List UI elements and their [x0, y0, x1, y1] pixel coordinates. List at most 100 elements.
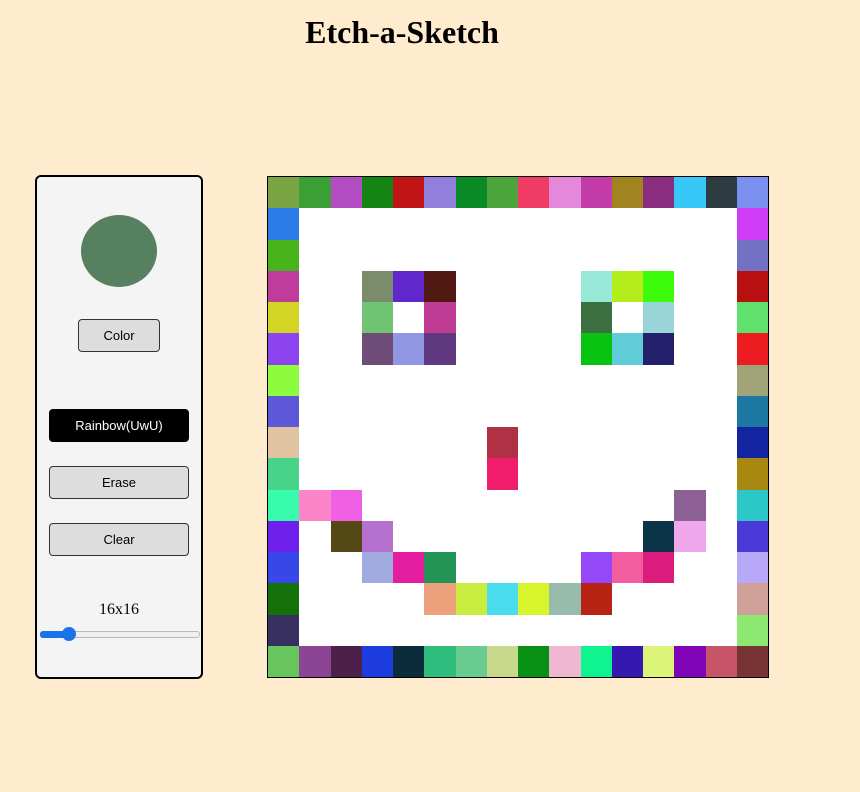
grid-cell[interactable] [643, 489, 675, 521]
grid-cell[interactable] [549, 395, 581, 427]
grid-cell[interactable] [424, 458, 456, 490]
grid-cell[interactable] [674, 208, 706, 240]
grid-cell[interactable] [393, 427, 425, 459]
grid-cell[interactable] [486, 364, 518, 396]
grid-cell[interactable] [736, 489, 768, 521]
grid-cell[interactable] [424, 270, 456, 302]
grid-cell[interactable] [580, 239, 612, 271]
grid-cell[interactable] [361, 583, 393, 615]
grid-cell[interactable] [486, 520, 518, 552]
grid-cell[interactable] [393, 208, 425, 240]
grid-cell[interactable] [611, 645, 643, 677]
grid-cell[interactable] [549, 364, 581, 396]
grid-cell[interactable] [486, 552, 518, 584]
grid-cell[interactable] [549, 333, 581, 365]
grid-cell[interactable] [674, 520, 706, 552]
grid-cell[interactable] [455, 333, 487, 365]
grid-cell[interactable] [330, 583, 362, 615]
grid-cell[interactable] [330, 427, 362, 459]
grid-cell[interactable] [455, 177, 487, 209]
grid-size-slider[interactable] [40, 626, 200, 642]
grid-cell[interactable] [674, 552, 706, 584]
grid-cell[interactable] [424, 395, 456, 427]
grid-cell[interactable] [611, 520, 643, 552]
grid-cell[interactable] [549, 645, 581, 677]
erase-button[interactable]: Erase [49, 466, 189, 499]
grid-cell[interactable] [268, 427, 300, 459]
grid-cell[interactable] [268, 177, 300, 209]
grid-cell[interactable] [611, 364, 643, 396]
grid-cell[interactable] [361, 208, 393, 240]
grid-cell[interactable] [486, 395, 518, 427]
grid-cell[interactable] [268, 333, 300, 365]
grid-cell[interactable] [549, 614, 581, 646]
grid-cell[interactable] [611, 302, 643, 334]
rainbow-mode-button[interactable]: Rainbow(UwU) [49, 409, 189, 442]
grid-cell[interactable] [486, 333, 518, 365]
grid-cell[interactable] [424, 427, 456, 459]
grid-cell[interactable] [643, 552, 675, 584]
grid-cell[interactable] [674, 427, 706, 459]
grid-cell[interactable] [424, 239, 456, 271]
grid-cell[interactable] [674, 333, 706, 365]
grid-cell[interactable] [486, 458, 518, 490]
sketch-grid[interactable] [267, 176, 769, 678]
grid-cell[interactable] [705, 333, 737, 365]
grid-cell[interactable] [455, 239, 487, 271]
grid-cell[interactable] [705, 520, 737, 552]
grid-cell[interactable] [299, 395, 331, 427]
grid-cell[interactable] [299, 177, 331, 209]
grid-cell[interactable] [674, 395, 706, 427]
grid-cell[interactable] [299, 270, 331, 302]
grid-cell[interactable] [299, 302, 331, 334]
grid-cell[interactable] [518, 489, 550, 521]
grid-cell[interactable] [518, 302, 550, 334]
grid-cell[interactable] [580, 489, 612, 521]
grid-cell[interactable] [705, 552, 737, 584]
grid-cell[interactable] [455, 489, 487, 521]
grid-cell[interactable] [736, 302, 768, 334]
grid-cell[interactable] [549, 177, 581, 209]
grid-cell[interactable] [486, 239, 518, 271]
grid-cell[interactable] [424, 552, 456, 584]
grid-cell[interactable] [299, 239, 331, 271]
grid-cell[interactable] [268, 489, 300, 521]
grid-cell[interactable] [330, 395, 362, 427]
grid-cell[interactable] [643, 177, 675, 209]
grid-cell[interactable] [455, 645, 487, 677]
grid-cell[interactable] [611, 177, 643, 209]
grid-cell[interactable] [643, 364, 675, 396]
grid-cell[interactable] [330, 520, 362, 552]
grid-cell[interactable] [330, 177, 362, 209]
grid-cell[interactable] [643, 333, 675, 365]
grid-cell[interactable] [643, 645, 675, 677]
grid-cell[interactable] [361, 270, 393, 302]
grid-cell[interactable] [736, 614, 768, 646]
grid-cell[interactable] [486, 614, 518, 646]
grid-cell[interactable] [393, 489, 425, 521]
grid-cell[interactable] [736, 239, 768, 271]
grid-cell[interactable] [393, 364, 425, 396]
grid-cell[interactable] [361, 333, 393, 365]
grid-cell[interactable] [455, 395, 487, 427]
grid-cell[interactable] [705, 239, 737, 271]
grid-cell[interactable] [611, 270, 643, 302]
grid-cell[interactable] [736, 395, 768, 427]
grid-cell[interactable] [611, 489, 643, 521]
grid-cell[interactable] [330, 270, 362, 302]
grid-cell[interactable] [455, 427, 487, 459]
grid-cell[interactable] [268, 645, 300, 677]
grid-cell[interactable] [580, 333, 612, 365]
grid-cell[interactable] [299, 333, 331, 365]
grid-cell[interactable] [674, 302, 706, 334]
grid-cell[interactable] [549, 270, 581, 302]
grid-cell[interactable] [268, 208, 300, 240]
grid-cell[interactable] [518, 458, 550, 490]
grid-cell[interactable] [643, 614, 675, 646]
grid-cell[interactable] [424, 520, 456, 552]
grid-cell[interactable] [424, 302, 456, 334]
grid-cell[interactable] [580, 583, 612, 615]
grid-cell[interactable] [518, 208, 550, 240]
grid-cell[interactable] [268, 458, 300, 490]
grid-cell[interactable] [393, 302, 425, 334]
